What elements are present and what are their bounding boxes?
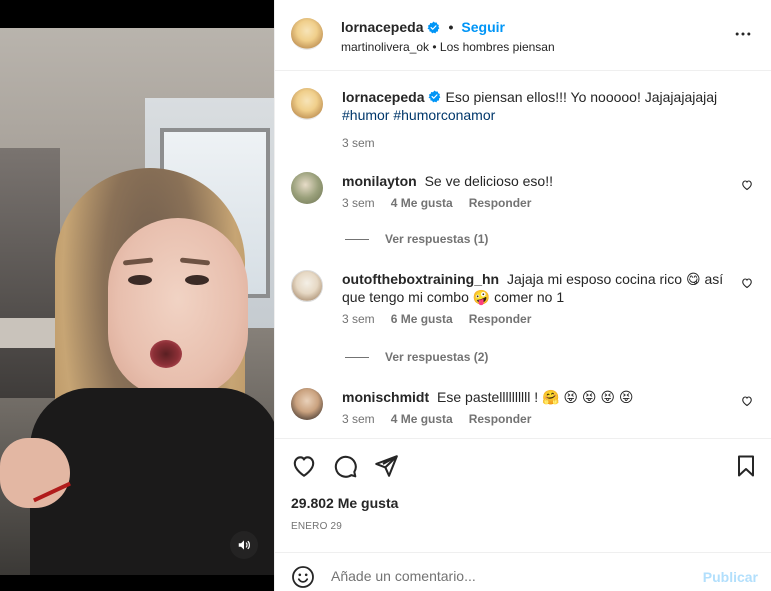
post-details-panel: lornacepeda • Seguir martinolivera_ok • … [274, 0, 771, 591]
like-button[interactable] [291, 453, 317, 482]
video-person-mouth [150, 340, 182, 368]
comment-text: Se ve delicioso eso!! [424, 173, 553, 189]
heart-icon [742, 278, 752, 289]
author-avatar[interactable] [291, 18, 323, 50]
view-replies-label: Ver respuestas (1) [385, 232, 489, 246]
caption-hashtags[interactable]: #humor #humorconamor [342, 107, 495, 123]
comment-username[interactable]: monischmidt [342, 389, 429, 405]
comment-text: Ese pastellllllllll ! 🤗 😝 😝 😝 😝 [437, 389, 634, 405]
reply-button[interactable]: Responder [469, 312, 532, 326]
post-actions: 29.802 Me gusta ENERO 29 [275, 438, 771, 552]
comment-likes[interactable]: 6 Me gusta [391, 312, 453, 326]
comment-meta: 3 sem 6 Me gusta Responder [342, 312, 761, 326]
comment-like-button[interactable] [741, 394, 753, 410]
comment-username[interactable]: monilayton [342, 173, 417, 189]
publish-comment-button[interactable]: Publicar [703, 569, 758, 585]
caption-body: lornacepeda Eso piensan ellos!!! Yo nooo… [342, 88, 761, 124]
view-replies-label: Ver respuestas (2) [385, 350, 489, 364]
comment-likes[interactable]: 4 Me gusta [391, 412, 453, 426]
comment-body: monilayton Se ve delicioso eso!! [342, 172, 761, 190]
comment-item: outoftheboxtraining_hn Jajaja mi esposo … [291, 270, 761, 326]
comment-body: outoftheboxtraining_hn Jajaja mi esposo … [342, 270, 761, 306]
emoji-button[interactable] [291, 565, 315, 591]
add-comment-bar: Publicar [275, 552, 771, 591]
author-username[interactable]: lornacepeda [341, 19, 423, 35]
author-line: lornacepeda • Seguir [341, 19, 505, 35]
caption-username[interactable]: lornacepeda [342, 89, 424, 105]
comment-time[interactable]: 3 sem [342, 312, 375, 326]
caption-text: Eso piensan ellos!!! Yo nooooo! Jajajaja… [445, 89, 718, 105]
audio-attribution[interactable]: martinolivera_ok • Los hombres piensan [341, 40, 555, 54]
comment-body: monischmidt Ese pastellllllllll ! 🤗 😝 😝 … [342, 388, 761, 406]
comment-username[interactable]: outoftheboxtraining_hn [342, 271, 499, 287]
verified-badge-icon [428, 21, 440, 33]
view-replies-button[interactable]: Ver respuestas (2) [345, 350, 488, 364]
post-media[interactable] [0, 0, 274, 591]
reply-button[interactable]: Responder [469, 196, 532, 210]
video-player[interactable] [0, 28, 274, 575]
comment-meta: 3 sem 4 Me gusta Responder [342, 412, 761, 426]
action-icons-row [291, 453, 758, 479]
replies-line [345, 356, 369, 358]
caption-meta: 3 sem [342, 136, 761, 150]
comment-likes[interactable]: 4 Me gusta [391, 196, 453, 210]
replies-line [345, 238, 369, 240]
save-button[interactable] [734, 453, 758, 482]
share-button[interactable] [373, 453, 399, 482]
video-background-cabinet [0, 148, 60, 398]
post-caption: lornacepeda Eso piensan ellos!!! Yo nooo… [291, 88, 761, 150]
caption-time[interactable]: 3 sem [342, 136, 375, 150]
comment-button[interactable] [332, 453, 358, 482]
separator-dot: • [448, 19, 454, 35]
video-person-face [108, 218, 248, 398]
reply-button[interactable]: Responder [469, 412, 532, 426]
comment-like-button[interactable] [741, 178, 753, 194]
speaker-icon [238, 540, 250, 550]
heart-icon [293, 456, 315, 477]
send-paper-plane-icon [375, 455, 398, 477]
comment-meta: 3 sem 4 Me gusta Responder [342, 196, 761, 210]
post-header: lornacepeda • Seguir martinolivera_ok • … [275, 0, 771, 71]
comment-item: monilayton Se ve delicioso eso!! 3 sem 4… [291, 172, 761, 210]
commenter-avatar[interactable] [291, 172, 323, 204]
follow-button[interactable]: Seguir [461, 19, 505, 35]
heart-icon [742, 180, 752, 191]
add-comment-input[interactable] [331, 561, 691, 591]
video-person-eye [128, 275, 152, 285]
likes-count[interactable]: 29.802 Me gusta [291, 495, 398, 511]
heart-icon [742, 396, 752, 407]
commenter-avatar[interactable] [291, 270, 323, 302]
more-horizontal-icon [735, 32, 751, 36]
audio-toggle-button[interactable] [230, 531, 258, 559]
comment-time[interactable]: 3 sem [342, 412, 375, 426]
commenter-avatar[interactable] [291, 388, 323, 420]
caption-author-avatar[interactable] [291, 88, 323, 120]
more-options-button[interactable] [733, 24, 753, 47]
comment-like-button[interactable] [741, 276, 753, 292]
comments-list[interactable]: lornacepeda Eso piensan ellos!!! Yo nooo… [275, 72, 771, 438]
comment-time[interactable]: 3 sem [342, 196, 375, 210]
comment-item: monischmidt Ese pastellllllllll ! 🤗 😝 😝 … [291, 388, 761, 426]
emoji-smile-icon [292, 566, 314, 588]
video-person-eye [185, 275, 209, 285]
comment-bubble-icon [334, 455, 357, 478]
post-date[interactable]: ENERO 29 [291, 521, 342, 532]
verified-badge-icon [429, 90, 441, 103]
view-replies-button[interactable]: Ver respuestas (1) [345, 232, 488, 246]
bookmark-icon [738, 455, 754, 477]
